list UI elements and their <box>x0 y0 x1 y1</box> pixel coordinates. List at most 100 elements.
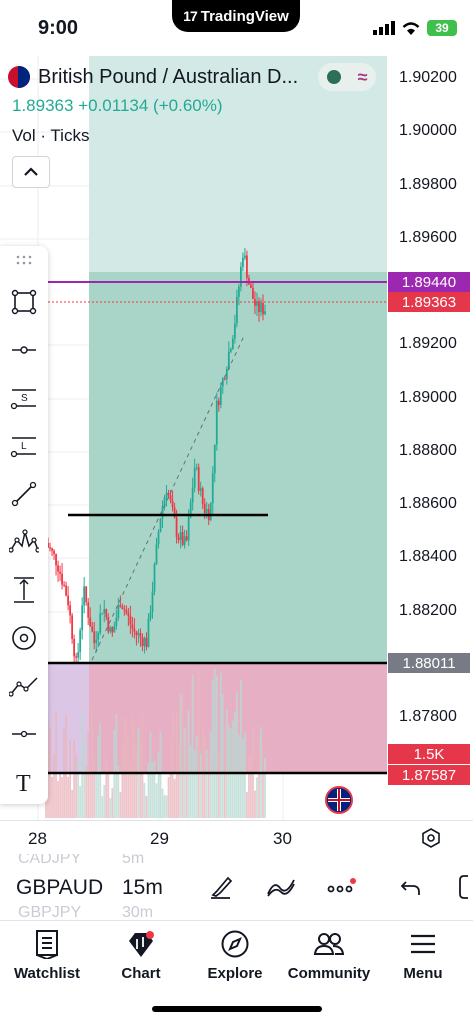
time-label: 28 <box>28 829 47 848</box>
fullscreen-icon[interactable] <box>450 872 473 902</box>
price-scale[interactable]: 1.90200 1.90000 1.89800 1.89600 1.89200 … <box>387 56 473 820</box>
volume-bar <box>75 753 78 818</box>
volume-bar <box>256 777 258 818</box>
measure-tool-icon[interactable] <box>8 574 40 606</box>
volume-bar <box>107 771 110 818</box>
candle-body <box>143 638 146 647</box>
volume-bar <box>209 730 212 818</box>
interval-selector[interactable]: 15m <box>122 876 163 900</box>
volume-bar <box>101 796 104 818</box>
toolbar-drag-handle-icon[interactable] <box>8 248 40 272</box>
collapse-legend-button[interactable] <box>12 156 50 188</box>
volume-bar <box>219 672 222 818</box>
symbol-header: British Pound / Australian D... ≈ 1.8936… <box>8 62 388 146</box>
symbol-switcher-bar: CADJPY 5m GBPAUD 15m GBPJPY 30m <box>0 854 473 920</box>
candle-body <box>250 284 252 288</box>
candle-body <box>155 544 158 565</box>
indicators-icon[interactable] <box>264 872 298 902</box>
text-tool-icon[interactable]: T <box>8 766 40 798</box>
volume-bar <box>143 782 146 818</box>
volume-bar <box>211 679 214 818</box>
volume-bar <box>262 744 264 818</box>
price-tick: 1.89000 <box>399 389 457 406</box>
candle-body <box>73 638 76 657</box>
symbol-name[interactable]: British Pound / Australian D... <box>38 66 310 89</box>
nav-menu[interactable]: Menu <box>376 929 470 982</box>
indicator-legend[interactable]: Vol · Ticks <box>12 126 388 146</box>
time-label: 30 <box>273 829 292 848</box>
nav-explore[interactable]: Explore <box>188 929 282 982</box>
time-axis[interactable]: 28 29 30 <box>0 820 473 854</box>
volume-bar <box>151 762 154 818</box>
stop-price-tag: 1.87587 <box>388 765 470 785</box>
candle-body <box>151 591 154 613</box>
svg-text:T: T <box>16 771 31 795</box>
volume-bar <box>241 737 244 818</box>
uk-flag-marker-icon[interactable] <box>325 786 353 814</box>
nav-community[interactable]: Community <box>282 929 376 982</box>
candle-body <box>53 550 55 554</box>
candle-body <box>258 301 260 313</box>
long-position-tool-icon[interactable]: L <box>8 430 40 462</box>
market-status-pill[interactable]: ≈ <box>318 63 376 91</box>
volume-bar <box>57 780 59 818</box>
candle-body <box>57 565 59 572</box>
trend-line-tool-icon[interactable] <box>8 478 40 510</box>
chart-settings-gear-icon[interactable] <box>420 827 442 849</box>
volume-bar <box>123 716 126 818</box>
clock: 9:00 <box>38 17 79 39</box>
volume-bar <box>177 743 180 818</box>
path-tool-icon[interactable] <box>8 670 40 702</box>
magnet-tool-icon[interactable] <box>8 622 40 654</box>
volume-bar <box>99 723 102 818</box>
candle-body <box>161 506 164 519</box>
nav-label: Community <box>287 965 371 982</box>
pattern-tool-icon[interactable] <box>8 526 40 558</box>
horizontal-ray-tool-icon[interactable] <box>8 334 40 366</box>
next-interval[interactable]: 30m <box>122 904 153 920</box>
candle-body <box>197 467 200 491</box>
candle-body <box>211 473 214 504</box>
previous-interval[interactable]: 5m <box>122 854 144 868</box>
next-symbol[interactable]: GBPJPY <box>18 904 81 920</box>
volume-bar <box>97 735 100 818</box>
nav-label: Watchlist <box>13 965 81 982</box>
candle-body <box>177 537 180 540</box>
volume-bar <box>179 694 182 818</box>
volume-bar <box>55 710 57 818</box>
volume-bar <box>83 740 86 818</box>
wifi-icon <box>402 22 420 35</box>
candle-body <box>131 624 134 629</box>
rectangle-tool-icon[interactable] <box>8 286 40 318</box>
candle-body <box>264 311 266 315</box>
price-tick: 1.88200 <box>399 602 457 619</box>
candle-body <box>254 298 256 306</box>
previous-symbol[interactable]: CADJPY <box>18 854 81 868</box>
candle-body <box>165 492 168 498</box>
candle-body <box>99 613 102 633</box>
drawing-brush-icon[interactable] <box>204 872 238 902</box>
svg-text:S: S <box>21 393 28 404</box>
candle-body <box>75 656 78 658</box>
nav-watchlist[interactable]: Watchlist <box>0 929 94 982</box>
volume-bar <box>111 788 114 818</box>
nav-chart[interactable]: Chart <box>94 929 188 982</box>
symbol-selector[interactable]: GBPAUD <box>16 876 103 900</box>
volume-bar <box>141 708 144 818</box>
volume-bar <box>105 754 108 818</box>
chevron-up-icon <box>24 167 38 176</box>
line-tool-icon[interactable] <box>8 718 40 750</box>
undo-icon[interactable] <box>394 872 428 902</box>
volume-bar <box>65 714 67 818</box>
volume-bar <box>250 753 252 818</box>
price-tick: 1.90200 <box>399 69 457 86</box>
volume-bar <box>157 752 160 818</box>
candle-body <box>125 609 128 614</box>
profit-zone <box>89 272 387 663</box>
more-options-icon[interactable] <box>324 872 358 902</box>
candle-body <box>127 613 130 617</box>
volume-bar <box>221 694 224 818</box>
short-position-tool-icon[interactable]: S <box>8 382 40 414</box>
candle-body <box>79 630 82 653</box>
volume-bar <box>169 741 172 818</box>
